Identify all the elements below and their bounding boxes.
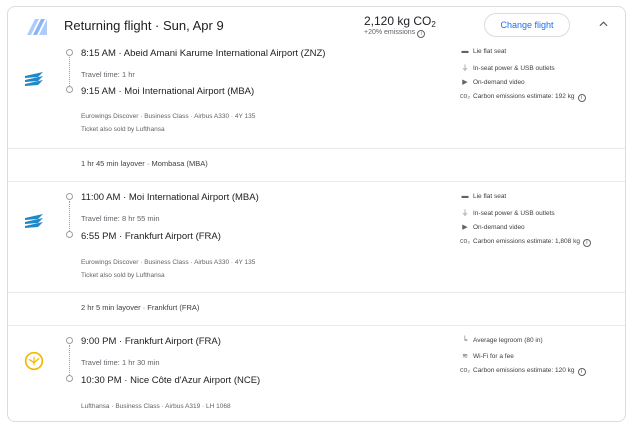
lufthansa-logo-icon <box>24 351 44 371</box>
departure: 9:00 PM · Frankfurt Airport (FRA) <box>81 336 221 347</box>
departure: 8:15 AM · Abeid Amani Karume Internation… <box>81 48 326 59</box>
timeline-line <box>69 57 70 86</box>
flight-segment: 9:00 PM · Frankfurt Airport (FRA) Travel… <box>8 329 625 421</box>
amenity-power: ⏚ In-seat power & USB outlets <box>461 210 555 217</box>
flight-segment: 11:00 AM · Moi International Airport (MB… <box>8 185 625 293</box>
info-icon[interactable]: i <box>417 30 426 38</box>
emissions-note: +20% emissions i <box>364 29 426 38</box>
amenity-legroom: ╘ Average legroom (80 in) <box>460 337 543 344</box>
returning-flight-card: Returning flight · Sun, Apr 9 2,120 kg C… <box>7 6 626 422</box>
info-icon[interactable]: i <box>582 239 591 247</box>
layover: 1 hr 45 min layover · Mombasa (MBA) <box>8 148 625 182</box>
amenity-seat: ▬ Lie flat seat <box>461 193 507 200</box>
video-icon: ▶ <box>462 79 468 86</box>
arrival-dot <box>66 375 73 382</box>
amenity-power: ⏚ In-seat power & USB outlets <box>461 65 555 72</box>
amenity-co2: co₂ Carbon emissions estimate: 1,808 kg i <box>460 238 591 247</box>
flight-details: Lufthansa · Business Class · Airbus A319… <box>81 403 231 410</box>
sold-by: Ticket also sold by Lufthansa <box>81 126 165 133</box>
co2-icon: co₂ <box>460 238 471 245</box>
departure-dot <box>66 337 73 344</box>
eurowings-logo-icon <box>25 72 43 86</box>
power-icon: ⏚ <box>461 210 469 217</box>
departure-dot <box>66 49 73 56</box>
layover-label: 2 hr 5 min layover · Frankfurt (FRA) <box>81 303 200 312</box>
departure-dot <box>66 193 73 200</box>
travel-time: Travel time: 8 hr 55 min <box>81 214 160 223</box>
arrival: 6:55 PM · Frankfurt Airport (FRA) <box>81 231 221 242</box>
video-icon: ▶ <box>462 224 468 231</box>
change-flight-button[interactable]: Change flight <box>484 13 570 37</box>
amenity-video: ▶ On-demand video <box>460 78 524 86</box>
travel-time: Travel time: 1 hr <box>81 70 135 79</box>
timeline-line <box>69 345 70 375</box>
departure: 11:00 AM · Moi International Airport (MB… <box>81 192 259 203</box>
timeline-line <box>69 201 70 231</box>
wifi-icon: ≋ <box>462 353 468 360</box>
layover: 2 hr 5 min layover · Frankfurt (FRA) <box>8 292 625 326</box>
legroom-icon: ╘ <box>462 337 468 344</box>
arrival-dot <box>66 231 73 238</box>
amenity-wifi: ≋ Wi-Fi for a fee <box>460 352 514 360</box>
info-icon[interactable]: i <box>577 94 586 102</box>
info-icon[interactable]: i <box>577 368 586 376</box>
flight-segment: 8:15 AM · Abeid Amani Karume Internation… <box>8 43 625 147</box>
return-flight-icon <box>27 19 47 35</box>
page-title: Returning flight · Sun, Apr 9 <box>64 18 224 33</box>
arrival: 9:15 AM · Moi International Airport (MBA… <box>81 86 255 97</box>
seat-icon: ▬ <box>461 48 469 55</box>
amenity-co2: co₂ Carbon emissions estimate: 120 kg i <box>460 367 586 376</box>
chevron-up-icon[interactable] <box>599 21 608 27</box>
co2-icon: co₂ <box>460 367 471 374</box>
arrival-dot <box>66 86 73 93</box>
flight-details: Eurowings Discover · Business Class · Ai… <box>81 259 256 266</box>
power-icon: ⏚ <box>461 65 469 72</box>
co2-icon: co₂ <box>460 93 471 100</box>
arrival: 10:30 PM · Nice Côte d'Azur Airport (NCE… <box>81 375 261 386</box>
amenity-video: ▶ On-demand video <box>460 223 524 231</box>
seat-icon: ▬ <box>461 193 469 200</box>
travel-time: Travel time: 1 hr 30 min <box>81 358 160 367</box>
total-emissions: 2,120 kg CO2 <box>364 14 436 29</box>
eurowings-logo-icon <box>25 214 43 228</box>
amenity-co2: co₂ Carbon emissions estimate: 192 kg i <box>460 93 586 102</box>
layover-label: 1 hr 45 min layover · Mombasa (MBA) <box>81 159 208 168</box>
flight-details: Eurowings Discover · Business Class · Ai… <box>81 113 256 120</box>
amenity-seat: ▬ Lie flat seat <box>461 48 507 55</box>
sold-by: Ticket also sold by Lufthansa <box>81 272 165 279</box>
